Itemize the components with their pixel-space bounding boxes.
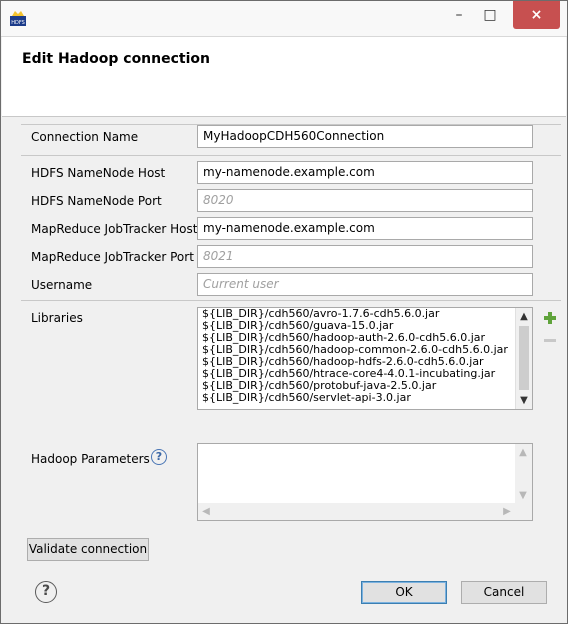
scrollbar-corner xyxy=(515,503,532,520)
remove-library-button[interactable] xyxy=(543,333,557,347)
username-label: Username xyxy=(31,278,93,292)
scroll-thumb[interactable] xyxy=(519,326,529,390)
scroll-up-arrow-icon[interactable]: ▲ xyxy=(515,444,531,461)
scroll-up-arrow-icon[interactable]: ▲ xyxy=(516,308,532,325)
libraries-label: Libraries xyxy=(31,311,83,325)
separator xyxy=(21,300,561,301)
add-library-button[interactable] xyxy=(543,311,557,325)
minimize-button[interactable]: – xyxy=(444,1,474,29)
maximize-button[interactable]: □ xyxy=(475,1,505,29)
scroll-down-arrow-icon[interactable]: ▼ xyxy=(516,392,532,409)
dialog-banner: Edit Hadoop connection xyxy=(2,37,566,117)
scroll-left-arrow-icon[interactable]: ◀ xyxy=(198,503,214,520)
close-button[interactable]: × xyxy=(513,1,560,29)
libraries-list[interactable]: ${LIB_DIR}/cdh560/avro-1.7.6-cdh5.6.0.ja… xyxy=(197,307,533,410)
hadoop-parameters-label: Hadoop Parameters xyxy=(31,452,150,466)
app-icon-label: HDFS xyxy=(11,20,25,26)
connection-name-field[interactable]: MyHadoopCDH560Connection xyxy=(197,125,533,148)
dialog-title: Edit Hadoop connection xyxy=(22,51,210,67)
dialog-help-icon[interactable]: ? xyxy=(35,581,57,603)
edit-hadoop-connection-dialog: HDFS – □ × Edit Hadoop connection Connec… xyxy=(0,0,568,624)
namenode-host-field[interactable]: my-namenode.example.com xyxy=(197,161,533,184)
jobtracker-port-label: MapReduce JobTracker Port xyxy=(31,250,194,264)
jobtracker-host-label: MapReduce JobTracker Host xyxy=(31,222,198,236)
separator xyxy=(21,155,561,156)
hadoop-parameters-text-area[interactable]: ▲ ▼ ◀ ▶ xyxy=(197,443,533,521)
validate-connection-button[interactable]: Validate connection xyxy=(27,538,149,561)
help-icon[interactable]: ? xyxy=(151,449,167,465)
list-item[interactable]: ${LIB_DIR}/cdh560/servlet-api-3.0.jar xyxy=(198,392,532,404)
connection-name-label: Connection Name xyxy=(31,130,139,144)
namenode-port-field[interactable]: 8020 xyxy=(197,189,533,212)
jobtracker-port-field[interactable]: 8021 xyxy=(197,245,533,268)
username-field[interactable]: Current user xyxy=(197,273,533,296)
ok-button[interactable]: OK xyxy=(361,581,447,604)
namenode-host-label: HDFS NameNode Host xyxy=(31,166,166,180)
jobtracker-host-field[interactable]: my-namenode.example.com xyxy=(197,217,533,240)
hdfs-app-icon: HDFS xyxy=(10,11,26,26)
title-bar: HDFS – □ × xyxy=(1,1,567,37)
namenode-port-label: HDFS NameNode Port xyxy=(31,194,162,208)
cancel-button[interactable]: Cancel xyxy=(461,581,547,604)
scroll-down-arrow-icon[interactable]: ▼ xyxy=(515,487,531,504)
parameters-horizontal-scrollbar[interactable]: ◀ ▶ xyxy=(198,503,515,520)
libraries-scrollbar[interactable]: ▲ ▼ xyxy=(515,308,532,409)
scroll-right-arrow-icon[interactable]: ▶ xyxy=(499,503,515,520)
parameters-vertical-scrollbar[interactable]: ▲ ▼ xyxy=(515,444,532,504)
